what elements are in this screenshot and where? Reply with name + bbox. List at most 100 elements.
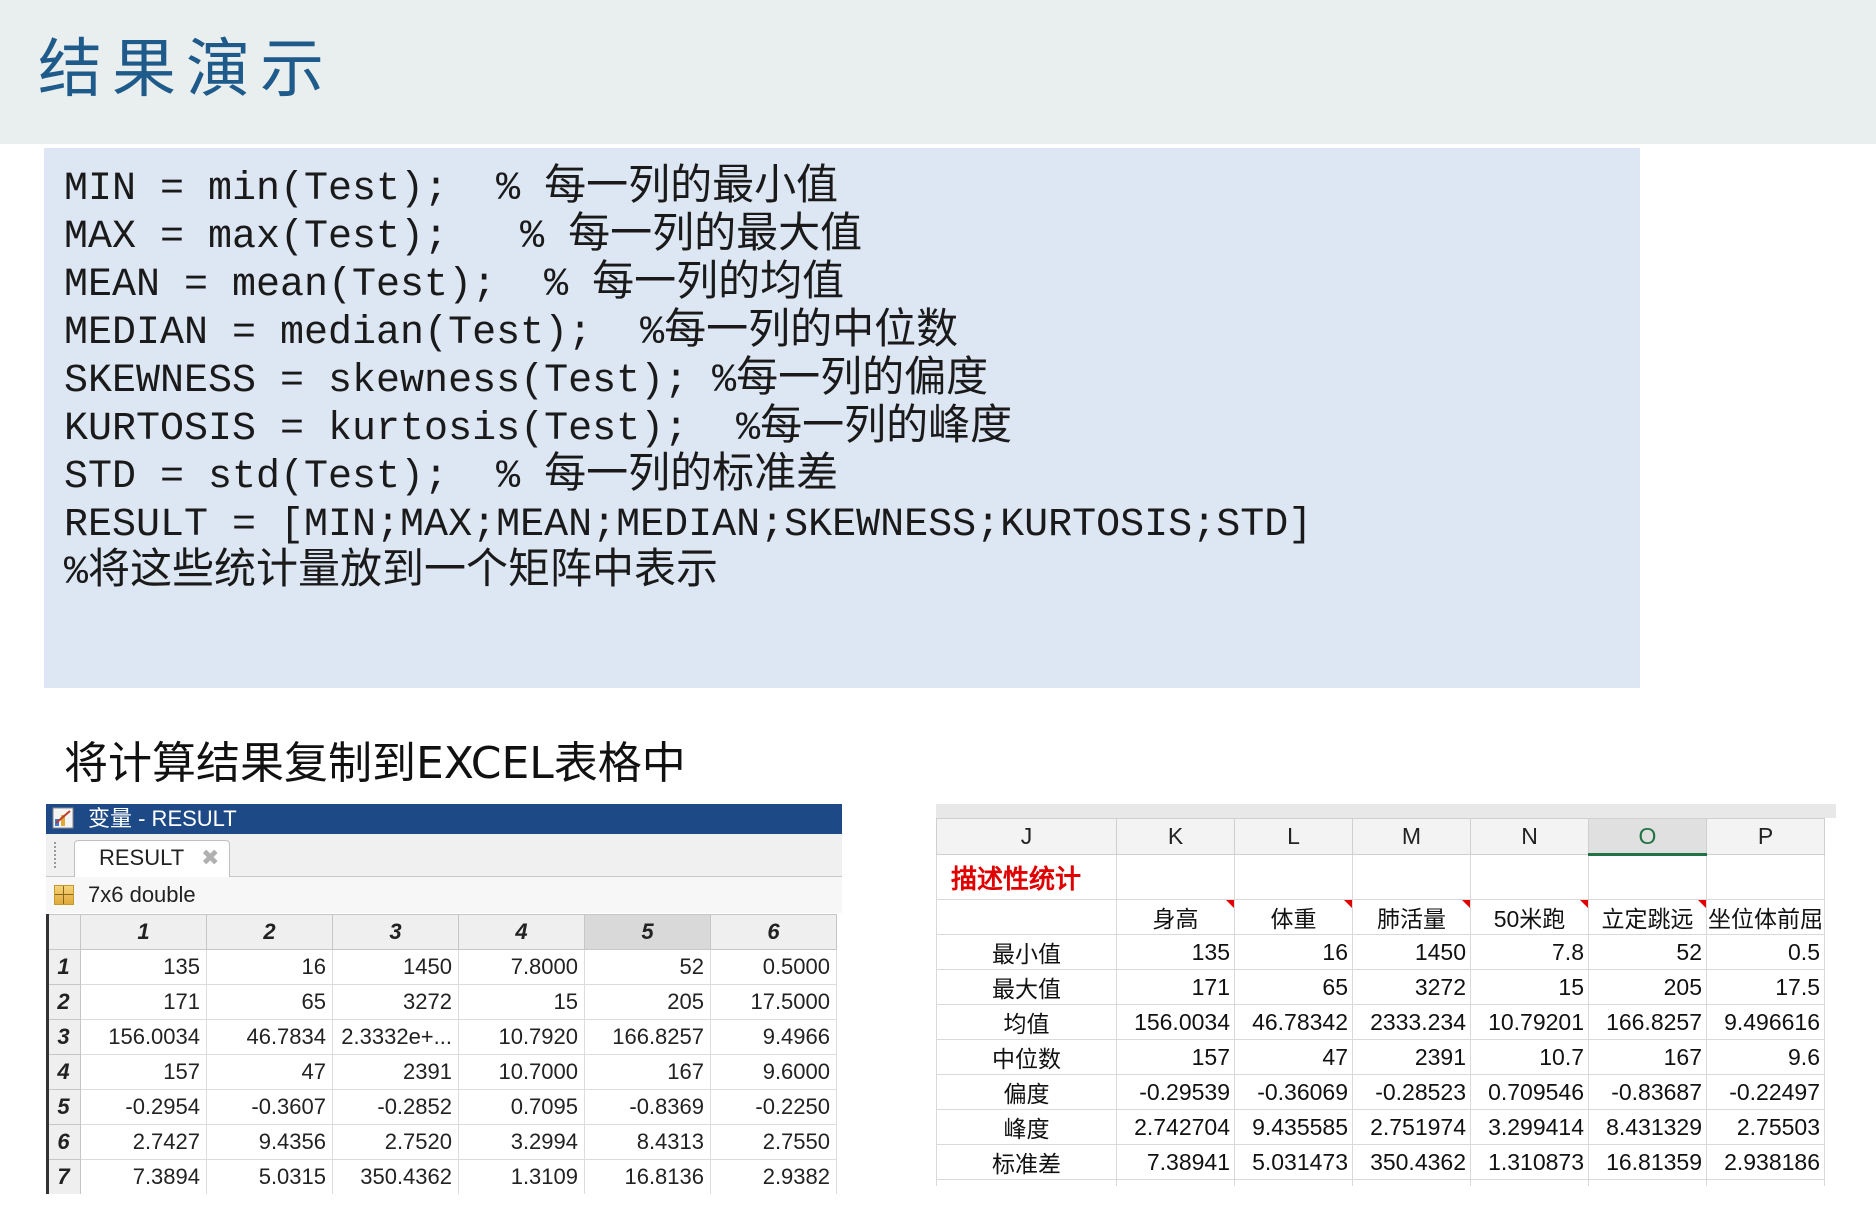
row-label[interactable]: 最大值 [936, 969, 1117, 1005]
table-cell[interactable]: 17.5000 [710, 984, 837, 1020]
column-title-cell[interactable]: 立定跳远 [1588, 899, 1707, 935]
table-cell[interactable]: 0.709546 [1470, 1074, 1589, 1110]
column-header[interactable]: N [1470, 818, 1589, 855]
row-header[interactable]: 2 [46, 984, 81, 1020]
table-cell[interactable]: 0.5000 [710, 949, 837, 985]
table-cell[interactable]: 166.8257 [584, 1019, 711, 1055]
close-icon[interactable]: ✖ [201, 841, 219, 875]
column-header[interactable]: 4 [458, 914, 585, 950]
table-cell[interactable]: 5.0315 [206, 1159, 333, 1194]
column-title-cell[interactable]: 肺活量 [1352, 899, 1471, 935]
table-cell[interactable]: 350.4362 [1352, 1144, 1471, 1180]
table-cell[interactable] [1588, 1179, 1707, 1186]
table-cell[interactable]: 9.4966 [710, 1019, 837, 1055]
table-cell[interactable]: -0.2852 [332, 1089, 459, 1125]
table-cell[interactable]: 16 [206, 949, 333, 985]
table-cell[interactable]: 52 [584, 949, 711, 985]
table-cell[interactable]: 2.938186 [1706, 1144, 1825, 1180]
table-cell[interactable]: 157 [1116, 1039, 1235, 1075]
table-cell[interactable]: 135 [1116, 934, 1235, 970]
table-cell[interactable]: 171 [1116, 969, 1235, 1005]
table-cell[interactable]: 156.0034 [1116, 1004, 1235, 1040]
table-cell[interactable]: 2.9382 [710, 1159, 837, 1194]
table-cell[interactable] [1234, 1179, 1353, 1186]
table-cell[interactable]: 2.7427 [80, 1124, 207, 1160]
row-label[interactable]: 均值 [936, 1004, 1117, 1040]
table-cell[interactable] [1706, 1179, 1825, 1186]
row-header[interactable]: 3 [46, 1019, 81, 1055]
table-cell[interactable]: 205 [584, 984, 711, 1020]
table-cell[interactable]: 2391 [1352, 1039, 1471, 1075]
table-cell[interactable] [1116, 1179, 1235, 1186]
corner-cell[interactable] [46, 914, 81, 950]
table-cell[interactable]: 3.299414 [1470, 1109, 1589, 1145]
sheet-title[interactable]: 描述性统计 [936, 854, 1117, 900]
table-cell[interactable]: 1450 [332, 949, 459, 985]
table-cell[interactable]: -0.8369 [584, 1089, 711, 1125]
row-label[interactable]: 标准差 [936, 1144, 1117, 1180]
table-cell[interactable]: -0.28523 [1352, 1074, 1471, 1110]
table-cell[interactable] [1706, 854, 1825, 900]
column-header[interactable]: J [936, 818, 1117, 855]
column-header[interactable]: L [1234, 818, 1353, 855]
row-label[interactable]: 最小值 [936, 934, 1117, 970]
row-label[interactable]: 偏度 [936, 1074, 1117, 1110]
table-cell[interactable]: 2.742704 [1116, 1109, 1235, 1145]
table-cell[interactable]: 16.8136 [584, 1159, 711, 1194]
table-cell[interactable] [1234, 854, 1353, 900]
table-cell[interactable]: 8.431329 [1588, 1109, 1707, 1145]
table-cell[interactable]: 47 [1234, 1039, 1353, 1075]
table-cell[interactable] [1352, 1179, 1471, 1186]
table-cell[interactable]: 3.2994 [458, 1124, 585, 1160]
column-header[interactable]: 2 [206, 914, 333, 950]
table-cell[interactable]: 46.78342 [1234, 1004, 1353, 1040]
table-cell[interactable]: 7.8000 [458, 949, 585, 985]
column-title-cell[interactable]: 坐位体前屈 [1706, 899, 1825, 935]
column-title-cell[interactable]: 50米跑 [1470, 899, 1589, 935]
table-cell[interactable]: -0.2250 [710, 1089, 837, 1125]
table-cell[interactable]: 7.3894 [80, 1159, 207, 1194]
table-cell[interactable]: 156.0034 [80, 1019, 207, 1055]
table-cell[interactable]: 350.4362 [332, 1159, 459, 1194]
column-header-selected[interactable]: O [1588, 818, 1707, 856]
row-header[interactable]: 7 [46, 1159, 81, 1194]
table-cell[interactable]: 7.8 [1470, 934, 1589, 970]
table-cell[interactable]: 5.031473 [1234, 1144, 1353, 1180]
table-cell[interactable]: 167 [1588, 1039, 1707, 1075]
table-cell[interactable]: 167 [584, 1054, 711, 1090]
table-cell[interactable] [1588, 854, 1707, 900]
table-cell[interactable]: 166.8257 [1588, 1004, 1707, 1040]
table-cell[interactable]: 8.4313 [584, 1124, 711, 1160]
column-title-cell[interactable]: 体重 [1234, 899, 1353, 935]
table-cell[interactable] [936, 1179, 1117, 1186]
table-cell[interactable]: 15 [458, 984, 585, 1020]
table-cell[interactable]: 2.3332e+... [332, 1019, 459, 1055]
table-cell[interactable]: 0.5 [1706, 934, 1825, 970]
drag-grip[interactable] [54, 842, 60, 868]
table-cell[interactable]: 10.7920 [458, 1019, 585, 1055]
table-cell[interactable]: 7.38941 [1116, 1144, 1235, 1180]
table-cell[interactable]: 3272 [332, 984, 459, 1020]
column-header[interactable]: K [1116, 818, 1235, 855]
table-cell[interactable]: 10.79201 [1470, 1004, 1589, 1040]
column-header[interactable]: 5 [584, 914, 711, 950]
table-cell[interactable]: 17.5 [1706, 969, 1825, 1005]
table-cell[interactable] [1470, 854, 1589, 900]
table-cell[interactable]: -0.2954 [80, 1089, 207, 1125]
table-cell[interactable]: 135 [80, 949, 207, 985]
row-label[interactable]: 中位数 [936, 1039, 1117, 1075]
table-cell[interactable]: 171 [80, 984, 207, 1020]
table-cell[interactable]: 16 [1234, 934, 1353, 970]
table-cell[interactable]: 16.81359 [1588, 1144, 1707, 1180]
table-cell[interactable]: 46.7834 [206, 1019, 333, 1055]
table-cell[interactable]: 1.310873 [1470, 1144, 1589, 1180]
table-cell[interactable]: -0.83687 [1588, 1074, 1707, 1110]
table-cell[interactable]: 47 [206, 1054, 333, 1090]
window-titlebar[interactable]: 变量 - RESULT [46, 804, 842, 834]
table-cell[interactable]: 2391 [332, 1054, 459, 1090]
row-header[interactable]: 6 [46, 1124, 81, 1160]
table-cell[interactable]: 2.75503 [1706, 1109, 1825, 1145]
table-cell[interactable]: 9.6000 [710, 1054, 837, 1090]
row-header[interactable]: 4 [46, 1054, 81, 1090]
table-cell[interactable]: 10.7 [1470, 1039, 1589, 1075]
